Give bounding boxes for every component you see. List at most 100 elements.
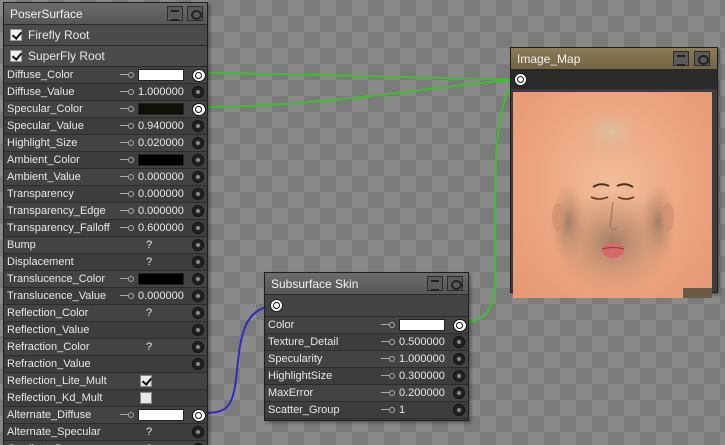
param-row-specular-color[interactable]: Specular_Color [4,101,207,118]
root-toggle-superfly-root[interactable]: SuperFly Root [4,46,207,67]
input-port-icon[interactable] [192,222,204,234]
input-port-icon[interactable] [192,103,206,116]
param-row-displacement[interactable]: Displacement? [4,254,207,271]
param-row-specularity[interactable]: Specularity 1.000000 [265,351,468,368]
param-row-bump[interactable]: Bump? [4,237,207,254]
animate-key-icon[interactable] [116,206,138,216]
param-row-transparency-falloff[interactable]: Transparency_Falloff 0.600000 [4,220,207,237]
animate-key-icon[interactable] [116,223,138,233]
subsurface-skin-node[interactable]: Subsurface Skin Color Texture_Detail 0.500… [264,272,469,421]
color-swatch[interactable] [399,319,445,331]
param-row-diffuse-color[interactable]: Diffuse_Color [4,67,207,84]
input-port-icon[interactable] [192,307,204,319]
input-port-icon[interactable] [192,154,204,166]
root-checkbox[interactable] [10,50,22,62]
animate-key-icon[interactable] [377,337,399,347]
param-value-field[interactable]: 0.300000 [399,370,446,383]
param-row-ambient-value[interactable]: Ambient_Value 0.000000 [4,169,207,186]
color-swatch[interactable] [138,409,184,421]
input-port-icon[interactable] [192,273,204,285]
param-row-alternate-specular[interactable]: Alternate_Specular? [4,424,207,441]
input-port-icon[interactable] [192,120,204,132]
animate-key-icon[interactable] [116,410,138,420]
animate-key-icon[interactable] [116,104,138,114]
animate-key-icon[interactable] [377,320,399,330]
param-value-field[interactable]: 1.000000 [138,86,185,99]
node-collapse-icon[interactable] [187,6,203,21]
output-port-icon[interactable] [270,299,283,312]
animate-key-icon[interactable] [116,138,138,148]
node-collapse-icon[interactable] [447,276,463,291]
animate-key-icon[interactable] [116,189,138,199]
input-port-icon[interactable] [453,404,465,416]
param-row-specular-value[interactable]: Specular_Value 0.940000 [4,118,207,135]
input-port-icon[interactable] [192,239,204,251]
param-row-translucence-color[interactable]: Translucence_Color [4,271,207,288]
animate-key-icon[interactable] [116,155,138,165]
input-port-icon[interactable] [192,188,204,200]
param-row-reflection-kd-mult[interactable]: Reflection_Kd_Mult [4,390,207,407]
param-row-transparency[interactable]: Transparency 0.000000 [4,186,207,203]
param-row-gradient-bump[interactable]: Gradient_Bump? [4,441,207,445]
image-map-titlebar[interactable]: Image_Map [511,48,717,70]
param-row-reflection-lite-mult[interactable]: Reflection_Lite_Mult [4,373,207,390]
animate-key-icon[interactable] [116,70,138,80]
input-port-icon[interactable] [192,358,204,370]
root-checkbox[interactable] [10,29,22,41]
animate-key-icon[interactable] [116,87,138,97]
input-port-icon[interactable] [453,370,465,382]
input-port-icon[interactable] [192,426,204,438]
animate-key-icon[interactable] [377,405,399,415]
input-port-icon[interactable] [192,69,206,82]
output-port-icon[interactable] [514,72,527,86]
node-options-icon[interactable] [167,6,183,21]
root-toggle-firefly-root[interactable]: Firefly Root [4,25,207,46]
param-value-field[interactable]: 0.000000 [138,205,185,218]
param-checkbox[interactable] [140,392,152,404]
param-row-maxerror[interactable]: MaxError 0.200000 [265,385,468,402]
input-port-icon[interactable] [192,137,204,149]
input-port-icon[interactable] [192,205,204,217]
param-value-field[interactable]: 1.000000 [399,353,446,366]
param-row-ambient-color[interactable]: Ambient_Color [4,152,207,169]
param-row-translucence-value[interactable]: Translucence_Value 0.000000 [4,288,207,305]
input-port-icon[interactable] [192,256,204,268]
input-port-icon[interactable] [192,171,204,183]
param-value-field[interactable]: 0.020000 [138,137,185,150]
poser-surface-node[interactable]: PoserSurface Firefly Root SuperFly Root D… [3,2,208,445]
param-row-color[interactable]: Color [265,317,468,334]
color-swatch[interactable] [138,103,184,115]
param-row-alternate-diffuse[interactable]: Alternate_Diffuse [4,407,207,424]
param-row-transparency-edge[interactable]: Transparency_Edge 0.000000 [4,203,207,220]
animate-key-icon[interactable] [377,371,399,381]
input-port-icon[interactable] [453,336,465,348]
param-checkbox[interactable] [140,375,152,387]
param-row-refraction-value[interactable]: Refraction_Value [4,356,207,373]
color-swatch[interactable] [138,69,184,81]
animate-key-icon[interactable] [116,121,138,131]
param-value-field[interactable]: 0.600000 [138,222,185,235]
param-row-highlight-size[interactable]: Highlight_Size 0.020000 [4,135,207,152]
node-collapse-icon[interactable] [694,51,710,66]
input-port-icon[interactable] [192,290,204,302]
input-port-icon[interactable] [192,341,204,353]
param-row-highlightsize[interactable]: HighlightSize 0.300000 [265,368,468,385]
input-port-icon[interactable] [453,353,465,365]
param-row-reflection-color[interactable]: Reflection_Color? [4,305,207,322]
node-options-icon[interactable] [427,276,443,291]
param-value-field[interactable]: 0.000000 [138,290,185,303]
param-value-field[interactable]: 0.000000 [138,171,185,184]
input-port-icon[interactable] [453,319,467,332]
input-port-icon[interactable] [192,324,204,336]
input-port-icon[interactable] [192,409,206,422]
animate-key-icon[interactable] [116,274,138,284]
param-row-reflection-value[interactable]: Reflection_Value [4,322,207,339]
poser-surface-titlebar[interactable]: PoserSurface [4,3,207,25]
param-value-field[interactable]: 1 [399,404,446,417]
param-value-field[interactable]: 0.200000 [399,387,446,400]
param-row-diffuse-value[interactable]: Diffuse_Value 1.000000 [4,84,207,101]
animate-key-icon[interactable] [116,291,138,301]
param-row-refraction-color[interactable]: Refraction_Color? [4,339,207,356]
color-swatch[interactable] [138,273,184,285]
animate-key-icon[interactable] [377,388,399,398]
